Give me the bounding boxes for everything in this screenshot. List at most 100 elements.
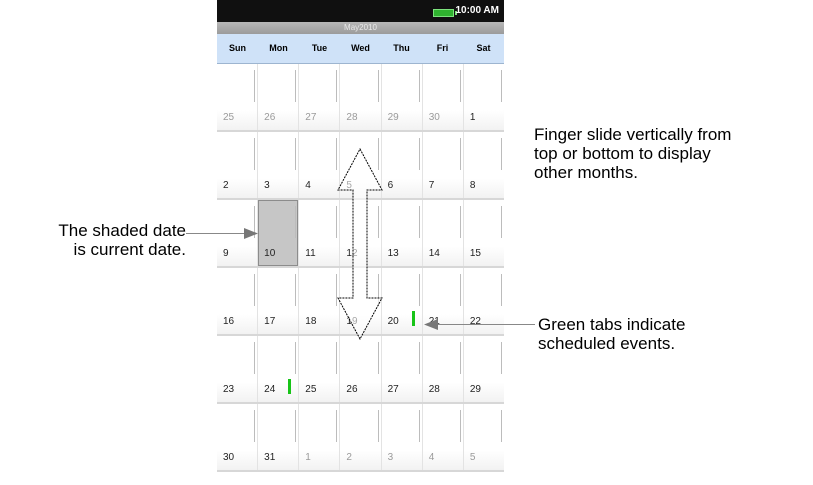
cell-divider — [377, 410, 379, 442]
day-number: 31 — [264, 452, 276, 463]
cell-divider — [336, 410, 338, 442]
double-arrow-icon — [337, 148, 383, 340]
day-of-week-label: Tue — [311, 43, 328, 53]
day-number: 17 — [264, 316, 276, 327]
day-cell[interactable]: 18 — [299, 268, 341, 334]
shaded-callout-line: The shaded date — [58, 221, 186, 240]
cell-divider — [500, 138, 502, 170]
day-cell[interactable]: 24 — [258, 336, 300, 402]
cell-divider — [336, 70, 338, 102]
day-number: 7 — [428, 180, 435, 191]
day-cell[interactable]: 26 — [340, 336, 382, 402]
cell-divider — [295, 138, 297, 170]
day-cell[interactable]: 27 — [381, 336, 423, 402]
day-cell[interactable]: 13 — [381, 200, 423, 266]
day-cell[interactable]: 23 — [217, 336, 259, 402]
green-callout-leader — [436, 324, 535, 325]
day-cell[interactable]: 29 — [381, 64, 423, 130]
day-number: 30 — [223, 452, 235, 463]
day-cell[interactable]: 16 — [217, 268, 259, 334]
day-number: 28 — [428, 384, 440, 395]
cell-divider — [500, 342, 502, 374]
arrowhead-icon — [424, 319, 438, 330]
cell-divider — [500, 206, 502, 238]
day-cell[interactable]: 28 — [340, 64, 382, 130]
cell-divider — [418, 138, 420, 170]
day-number: 27 — [387, 384, 399, 395]
day-cell[interactable]: 30 — [422, 64, 464, 130]
day-cell[interactable]: 25 — [217, 64, 259, 130]
day-number: 24 — [264, 384, 276, 395]
cell-divider — [500, 274, 502, 306]
day-cell[interactable]: 4 — [299, 132, 341, 198]
day-cell[interactable]: 1 — [463, 64, 504, 130]
day-cell[interactable]: 1 — [299, 404, 341, 470]
day-number: 14 — [428, 248, 440, 259]
day-number: 20 — [387, 316, 399, 327]
day-cell[interactable]: 6 — [381, 132, 423, 198]
status-bar: 10:00 AM — [217, 0, 504, 22]
cell-divider — [500, 70, 502, 102]
battery-icon — [433, 9, 457, 17]
week-row: 23 24 25 26 27 28 29 — [217, 336, 504, 404]
day-number: 13 — [387, 248, 399, 259]
day-number: 25 — [305, 384, 317, 395]
shaded-callout-leader — [186, 233, 246, 234]
day-cell[interactable]: 30 — [217, 404, 259, 470]
day-cell[interactable]: 5 — [463, 404, 504, 470]
week-row: 30 31 1 2 3 4 5 — [217, 404, 504, 472]
cell-divider — [295, 274, 297, 306]
day-cell[interactable]: 26 — [258, 64, 300, 130]
cell-divider — [254, 70, 256, 102]
cell-divider — [336, 342, 338, 374]
day-cell[interactable]: 15 — [463, 200, 504, 266]
day-cell[interactable]: 31 — [258, 404, 300, 470]
day-number: 25 — [223, 112, 235, 123]
today-cell[interactable]: 10 — [258, 200, 300, 266]
day-cell[interactable]: 11 — [299, 200, 341, 266]
day-cell[interactable]: 14 — [422, 200, 464, 266]
day-cell[interactable]: 3 — [381, 404, 423, 470]
cell-divider — [295, 70, 297, 102]
green-callout-line: Green tabs indicate — [538, 315, 686, 334]
cell-divider — [459, 206, 461, 238]
day-number: 6 — [387, 180, 394, 191]
arrowhead-icon — [244, 228, 258, 239]
day-number: 4 — [428, 452, 435, 463]
day-number: 29 — [387, 112, 399, 123]
day-cell[interactable]: 17 — [258, 268, 300, 334]
day-cell[interactable]: 2 — [217, 132, 259, 198]
day-cell[interactable]: 29 — [463, 336, 504, 402]
day-cell[interactable]: 8 — [463, 132, 504, 198]
cell-divider — [377, 70, 379, 102]
day-of-week-label: Fri — [436, 43, 449, 53]
swipe-callout-line: other months. — [534, 163, 638, 182]
day-cell[interactable]: 20 — [381, 268, 423, 334]
cell-divider — [418, 410, 420, 442]
day-cell[interactable]: 2 — [340, 404, 382, 470]
day-cell[interactable]: 7 — [422, 132, 464, 198]
day-cell[interactable]: 4 — [422, 404, 464, 470]
swipe-callout-line: top or bottom to display — [534, 144, 711, 163]
day-number: 29 — [469, 384, 481, 395]
cell-divider — [500, 410, 502, 442]
shaded-callout: The shaded date is current date. — [8, 221, 186, 259]
cell-divider — [254, 138, 256, 170]
day-cell[interactable]: 25 — [299, 336, 341, 402]
day-number: 5 — [469, 452, 476, 463]
day-number: 3 — [264, 180, 270, 191]
day-number: 10 — [264, 248, 276, 259]
day-number: 11 — [305, 248, 316, 259]
day-cell[interactable]: 28 — [422, 336, 464, 402]
cell-divider — [295, 206, 297, 238]
cell-divider — [254, 342, 256, 374]
day-number: 16 — [223, 316, 235, 327]
day-cell[interactable]: 27 — [299, 64, 341, 130]
day-of-week-label: Sat — [476, 43, 491, 53]
day-number: 1 — [469, 112, 476, 123]
shaded-callout-line: is current date. — [73, 240, 186, 259]
status-time: 10:00 AM — [455, 5, 499, 16]
day-number: 9 — [223, 248, 229, 259]
cell-divider — [459, 138, 461, 170]
day-cell[interactable]: 3 — [258, 132, 300, 198]
